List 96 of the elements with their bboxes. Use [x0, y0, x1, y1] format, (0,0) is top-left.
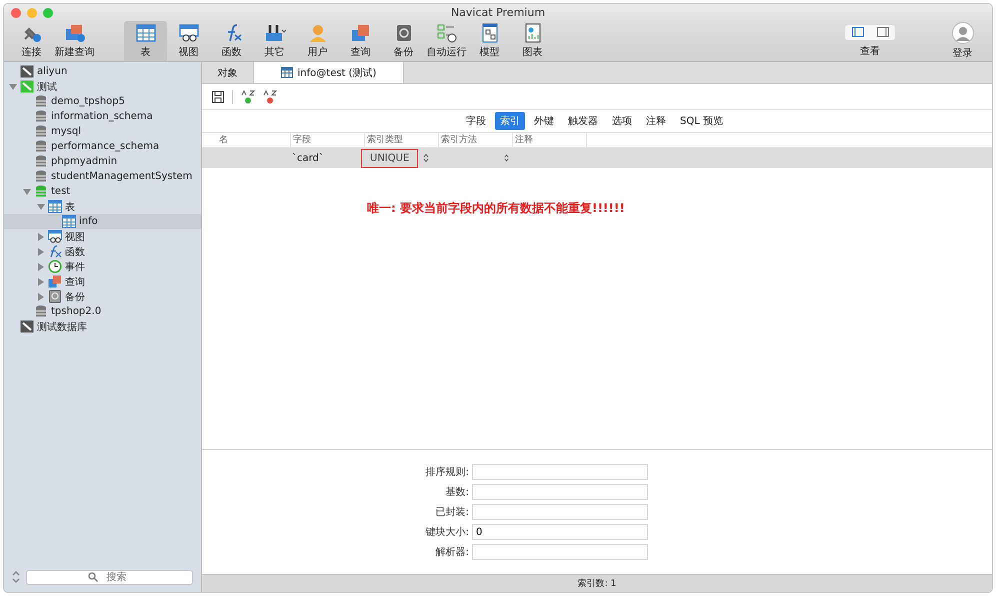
toolbar-button[interactable]: 查询: [339, 21, 382, 61]
toolbar-button[interactable]: 视图: [167, 21, 210, 61]
view-icon: [178, 23, 200, 43]
section-tab[interactable]: 字段: [461, 112, 492, 130]
property-field[interactable]: [472, 504, 648, 520]
property-field[interactable]: [472, 464, 648, 480]
expanded-arrow-icon[interactable]: [22, 188, 30, 196]
other-icon: [264, 23, 286, 43]
tree-item[interactable]: 事件: [4, 259, 201, 274]
right-panel-icon: [876, 27, 888, 37]
document-tab[interactable]: info@test (测试): [254, 62, 404, 83]
tree-item[interactable]: 视图: [4, 229, 201, 244]
function-icon: [48, 245, 62, 258]
column-header: 索引类型: [365, 133, 439, 147]
tree-item[interactable]: 函数: [4, 244, 201, 259]
tree-item[interactable]: 备份: [4, 289, 201, 304]
property-label: 解析器:: [434, 546, 469, 559]
tree-item[interactable]: info: [4, 214, 201, 229]
table-row[interactable]: `card` UNIQUE: [202, 148, 992, 168]
tree-item[interactable]: demo_tpshop5: [4, 94, 201, 109]
delete-index-icon[interactable]: [263, 90, 277, 104]
minimize-button[interactable]: [27, 8, 37, 18]
toolbar-button[interactable]: 其它: [253, 21, 296, 61]
property-label: 基数:: [444, 486, 469, 499]
tree-item[interactable]: aliyun: [4, 64, 201, 79]
toolbar-button[interactable]: 新建查询: [53, 21, 96, 61]
toolbar-button[interactable]: 连接: [10, 21, 53, 61]
toolbar-button[interactable]: 用户: [296, 21, 339, 61]
tree-item[interactable]: mysql: [4, 124, 201, 139]
login-button[interactable]: 登录: [941, 21, 984, 61]
expanded-arrow-icon[interactable]: [8, 82, 16, 90]
backup-icon: [48, 290, 62, 303]
stepper-icon[interactable]: [423, 153, 430, 163]
section-tab[interactable]: 注释: [641, 112, 672, 130]
search-field[interactable]: 搜索: [26, 570, 193, 584]
tree-item[interactable]: information_schema: [4, 109, 201, 124]
toolbar-button[interactable]: 模型: [468, 21, 511, 61]
section-tab[interactable]: SQL 预览: [675, 112, 728, 130]
section-tab[interactable]: 选项: [607, 112, 638, 130]
schedule-icon: [436, 23, 458, 43]
column-header: 字段: [291, 133, 365, 147]
collapsed-arrow-icon[interactable]: [36, 232, 44, 240]
search-icon: [88, 572, 98, 582]
section-tab[interactable]: 触发器: [563, 112, 604, 130]
toolbar-button[interactable]: 备份: [382, 21, 425, 61]
table-cell: `card`: [292, 152, 324, 164]
expanded-arrow-icon[interactable]: [36, 202, 44, 210]
table-icon: [62, 215, 76, 228]
new-query-icon: [64, 23, 86, 43]
view-label: 查看: [860, 44, 880, 58]
tree-item[interactable]: phpmyadmin: [4, 154, 201, 169]
collapsed-arrow-icon[interactable]: [36, 292, 44, 300]
toolbar-button[interactable]: 表: [124, 21, 167, 61]
status-text: 索引数: 1: [578, 578, 616, 590]
collapsed-arrow-icon[interactable]: [36, 278, 44, 286]
tree-item[interactable]: test: [4, 184, 201, 199]
table-icon: [280, 67, 293, 78]
tree-item[interactable]: 测试: [4, 79, 201, 94]
tree-item[interactable]: tpshop2.0: [4, 304, 201, 319]
tree-item[interactable]: performance_schema: [4, 139, 201, 154]
window-title: Navicat Premium: [450, 6, 546, 19]
sort-icon[interactable]: [12, 571, 20, 583]
annotation-text: 唯一: 要求当前字段内的所有数据不能重复!!!!!!: [367, 200, 625, 217]
toolbar-button[interactable]: 图表: [511, 21, 554, 61]
section-tab[interactable]: 索引: [495, 112, 526, 130]
close-button[interactable]: [11, 8, 21, 18]
tree-item[interactable]: studentManagementSystem: [4, 169, 201, 184]
property-label: 键块大小:: [424, 526, 469, 539]
table-icon: [48, 200, 62, 213]
property-label: 已封装:: [434, 506, 469, 519]
save-icon[interactable]: [212, 90, 224, 102]
tree-item[interactable]: 表: [4, 199, 201, 214]
query-icon: [350, 23, 372, 43]
section-tab[interactable]: 外键: [529, 112, 560, 130]
left-panel-icon: [852, 27, 864, 37]
tree-item[interactable]: 查询: [4, 274, 201, 289]
column-header: 索引方法: [439, 133, 513, 147]
query-icon: [48, 275, 62, 288]
column-header: 注释: [513, 133, 587, 147]
event-icon: [48, 260, 62, 273]
property-label: 排序规则:: [424, 466, 469, 479]
property-field[interactable]: 0: [472, 524, 648, 540]
property-field[interactable]: [472, 544, 648, 560]
stepper-icon[interactable]: [504, 153, 509, 163]
column-header: 名: [217, 133, 291, 147]
table-icon: [134, 23, 156, 43]
view-icon: [48, 230, 62, 243]
toolbar-button[interactable]: 自动运行: [425, 21, 468, 61]
index-type-cell[interactable]: UNIQUE: [361, 148, 418, 168]
property-field[interactable]: [472, 484, 648, 500]
add-index-icon[interactable]: [241, 90, 255, 104]
collapsed-arrow-icon[interactable]: [36, 262, 44, 270]
tree-item[interactable]: 测试数据库: [4, 319, 201, 334]
toolbar-button[interactable]: 函数: [210, 21, 253, 61]
zoom-button[interactable]: [43, 8, 53, 18]
collapsed-arrow-icon[interactable]: [36, 248, 44, 256]
